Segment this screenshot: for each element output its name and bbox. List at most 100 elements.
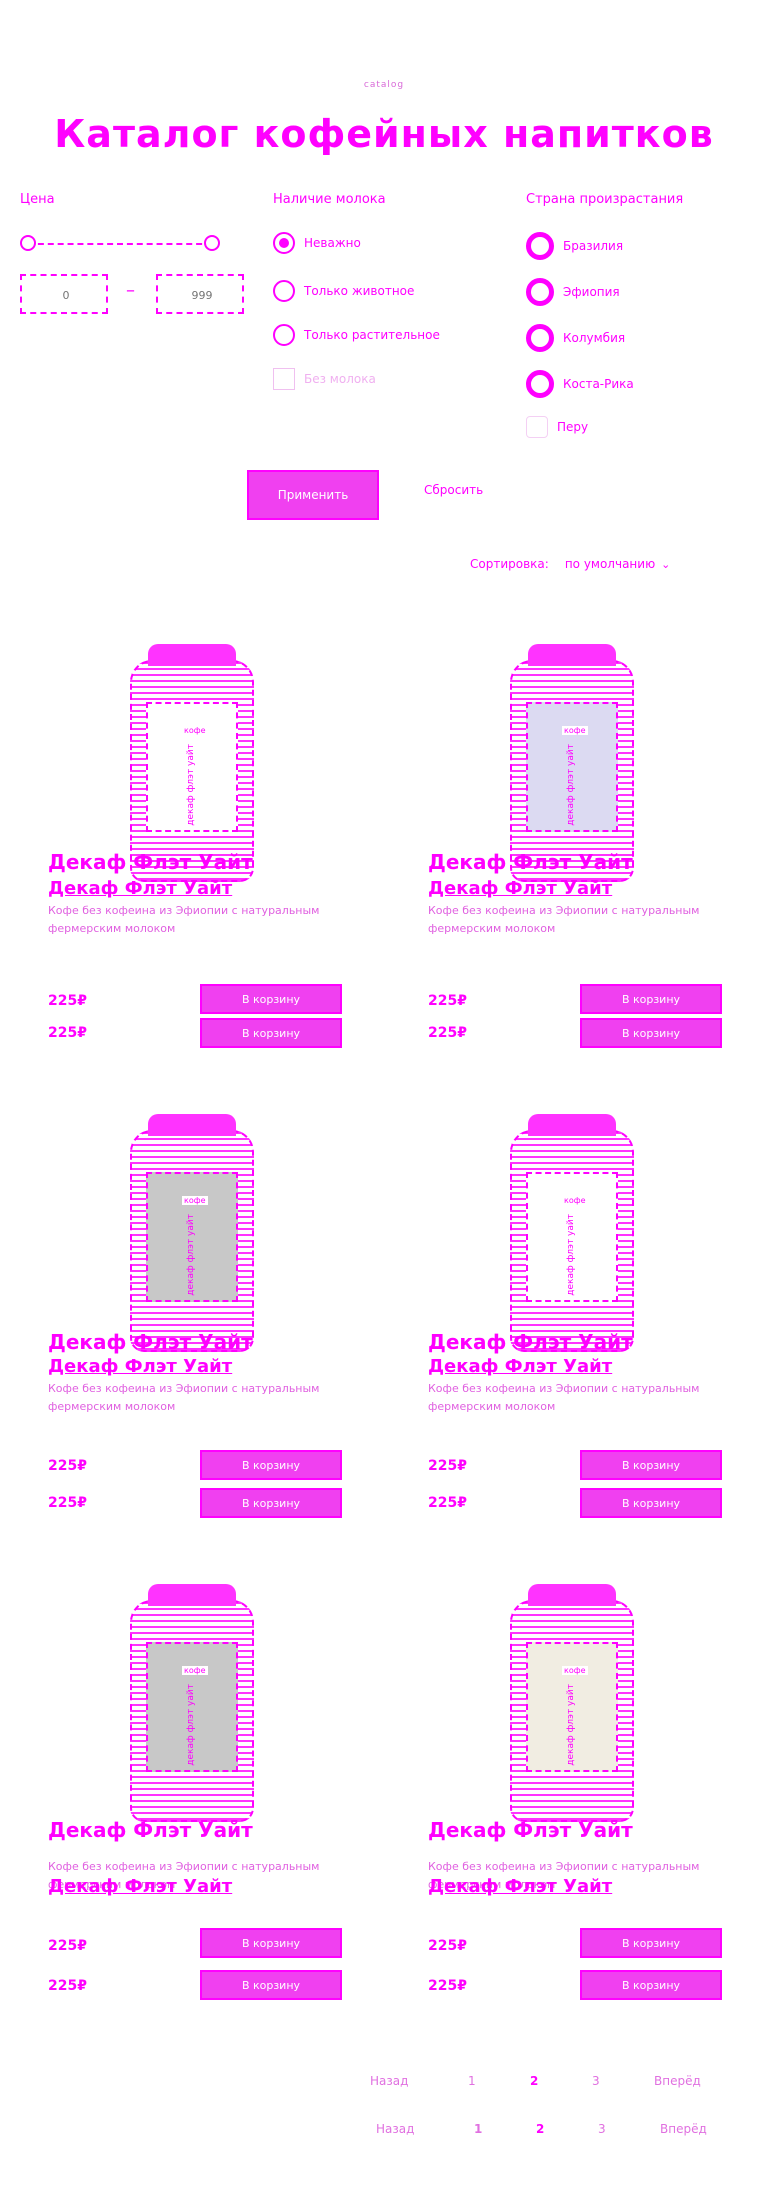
- radio-checked-icon[interactable]: [273, 232, 295, 254]
- country-checkbox-icon[interactable]: [526, 232, 554, 260]
- pagination-prev[interactable]: Назад: [370, 2074, 468, 2088]
- country-option-label: Бразилия: [563, 238, 624, 253]
- country-option-label: Перу: [557, 419, 589, 434]
- product-card[interactable]: кофе декаф флэт уайт Декаф Флэт Уайт Дек…: [48, 620, 400, 1090]
- can-label: кофе декаф флэт уайт: [146, 1642, 238, 1772]
- product-price: 225₽: [48, 1458, 87, 1474]
- product-card[interactable]: кофе декаф флэт уайт Декаф Флэт Уайт Коф…: [428, 1560, 768, 2030]
- can-image: кофе декаф флэт уайт: [130, 1584, 254, 1822]
- pagination-next[interactable]: Вперёд: [660, 2122, 707, 2136]
- product-link[interactable]: Декаф Флэт Уайт: [48, 1876, 232, 1897]
- can-image: кофе декаф флэт уайт: [130, 1114, 254, 1352]
- country-checkbox-icon[interactable]: [526, 370, 554, 398]
- can-product-text: декаф флэт уайт: [566, 744, 576, 826]
- range-separator: –: [126, 280, 135, 301]
- checkbox-icon[interactable]: [273, 368, 295, 390]
- pagination-page-current[interactable]: 2: [530, 2074, 592, 2088]
- buy-button[interactable]: В корзину: [200, 1488, 342, 1518]
- price-max-input[interactable]: [158, 276, 246, 314]
- sort-dropdown[interactable]: по умолчанию ⌄: [564, 557, 671, 572]
- can-label: кофе декаф флэт уайт: [146, 702, 238, 832]
- product-price-secondary: 225₽: [428, 1025, 467, 1041]
- radio-icon[interactable]: [273, 324, 295, 346]
- buy-button[interactable]: В корзину: [580, 1488, 722, 1518]
- product-link[interactable]: Декаф Флэт Уайт: [428, 878, 612, 899]
- can-cap: [148, 1584, 236, 1606]
- pagination-page[interactable]: 3: [592, 2074, 654, 2088]
- pagination-page[interactable]: 1: [468, 2074, 530, 2088]
- add-to-cart-button[interactable]: В корзину: [200, 1928, 342, 1958]
- product-card[interactable]: кофе декаф флэт уайт Декаф Флэт Уайт Дек…: [428, 1090, 768, 1560]
- milk-option-plant[interactable]: Только растительное: [273, 324, 440, 346]
- can-brand-text: кофе: [182, 1666, 208, 1675]
- sort-control[interactable]: Сортировка: по умолчанию ⌄: [470, 557, 671, 572]
- add-to-cart-button[interactable]: В корзину: [200, 984, 342, 1014]
- buy-button[interactable]: В корзину: [200, 1970, 342, 2000]
- buy-button[interactable]: В корзину: [200, 1018, 342, 1048]
- country-option-colombia[interactable]: Колумбия: [526, 324, 625, 352]
- product-description: Кофе без кофеина из Эфиопии с натуральны…: [428, 1382, 700, 1413]
- product-price-secondary: 225₽: [48, 1025, 87, 1041]
- buy-button[interactable]: В корзину: [580, 1018, 722, 1048]
- slider-track: [28, 243, 212, 245]
- country-checkbox-icon[interactable]: [526, 416, 548, 438]
- slider-min-handle[interactable]: [20, 235, 36, 251]
- country-checkbox-icon[interactable]: [526, 324, 554, 352]
- sort-value-label: по умолчанию: [564, 557, 656, 571]
- can-label: кофе декаф флэт уайт: [526, 1172, 618, 1302]
- product-link[interactable]: Декаф Флэт Уайт: [48, 878, 232, 899]
- product-title: Декаф Флэт Уайт: [48, 1330, 253, 1354]
- can-image: кофе декаф флэт уайт: [510, 1114, 634, 1352]
- product-link[interactable]: Декаф Флэт Уайт: [428, 1356, 612, 1377]
- product-price: 225₽: [428, 1938, 467, 1954]
- add-to-cart-button[interactable]: В корзину: [580, 1450, 722, 1480]
- milk-option-animal[interactable]: Только животное: [273, 280, 414, 302]
- country-option-ethiopia[interactable]: Эфиопия: [526, 278, 620, 306]
- pagination-page-current[interactable]: 2: [536, 2122, 598, 2136]
- can-cap: [528, 644, 616, 666]
- can-product-text: декаф флэт уайт: [566, 1684, 576, 1766]
- product-price: 225₽: [48, 1938, 87, 1954]
- product-price-secondary: 225₽: [48, 1978, 87, 1994]
- country-option-costa-rica[interactable]: Коста-Рика: [526, 370, 634, 398]
- price-max-field[interactable]: [156, 274, 246, 314]
- pagination-page[interactable]: 3: [598, 2122, 660, 2136]
- add-to-cart-button[interactable]: В корзину: [580, 984, 722, 1014]
- milk-option-any[interactable]: Неважно: [273, 232, 361, 254]
- product-title: Декаф Флэт Уайт: [428, 850, 633, 874]
- pagination-next[interactable]: Вперёд: [654, 2074, 701, 2088]
- apply-filters-button[interactable]: Применить: [247, 470, 379, 520]
- country-option-label: Коста-Рика: [563, 376, 634, 391]
- country-option-brazil[interactable]: Бразилия: [526, 232, 623, 260]
- product-title: Декаф Флэт Уайт: [428, 1818, 633, 1842]
- can-product-text: декаф флэт уайт: [186, 1214, 196, 1296]
- add-to-cart-button[interactable]: В корзину: [580, 1928, 722, 1958]
- product-card[interactable]: кофе декаф флэт уайт Декаф Флэт Уайт Дек…: [428, 620, 768, 1090]
- price-min-input[interactable]: [22, 276, 110, 314]
- chevron-down-icon: ⌄: [661, 558, 671, 571]
- product-price-secondary: 225₽: [428, 1978, 467, 1994]
- price-min-field[interactable]: [20, 274, 110, 314]
- reset-filters-button[interactable]: Сбросить: [424, 484, 483, 497]
- pagination-page[interactable]: 1: [474, 2122, 536, 2136]
- price-range-slider[interactable]: [20, 235, 220, 255]
- product-link[interactable]: Декаф Флэт Уайт: [428, 1876, 612, 1897]
- can-label: кофе декаф флэт уайт: [526, 702, 618, 832]
- can-image: кофе декаф флэт уайт: [130, 644, 254, 882]
- milk-option-none[interactable]: Без молока: [273, 368, 376, 390]
- buy-button[interactable]: В корзину: [580, 1970, 722, 2000]
- product-card[interactable]: кофе декаф флэт уайт Декаф Флэт Уайт Дек…: [48, 1090, 400, 1560]
- milk-filter-label: Наличие молока: [273, 192, 386, 207]
- country-checkbox-icon[interactable]: [526, 278, 554, 306]
- milk-option-label: Без молока: [304, 371, 376, 386]
- milk-option-label: Неважно: [304, 235, 361, 250]
- product-card[interactable]: кофе декаф флэт уайт Декаф Флэт Уайт Коф…: [48, 1560, 400, 2030]
- country-option-peru[interactable]: Перу: [526, 416, 588, 438]
- product-link[interactable]: Декаф Флэт Уайт: [48, 1356, 232, 1377]
- slider-max-handle[interactable]: [204, 235, 220, 251]
- pagination: Назад 1 2 3 Вперёд: [370, 2074, 701, 2088]
- radio-icon[interactable]: [273, 280, 295, 302]
- product-price-secondary: 225₽: [48, 1495, 87, 1511]
- add-to-cart-button[interactable]: В корзину: [200, 1450, 342, 1480]
- pagination-prev[interactable]: Назад: [376, 2122, 474, 2136]
